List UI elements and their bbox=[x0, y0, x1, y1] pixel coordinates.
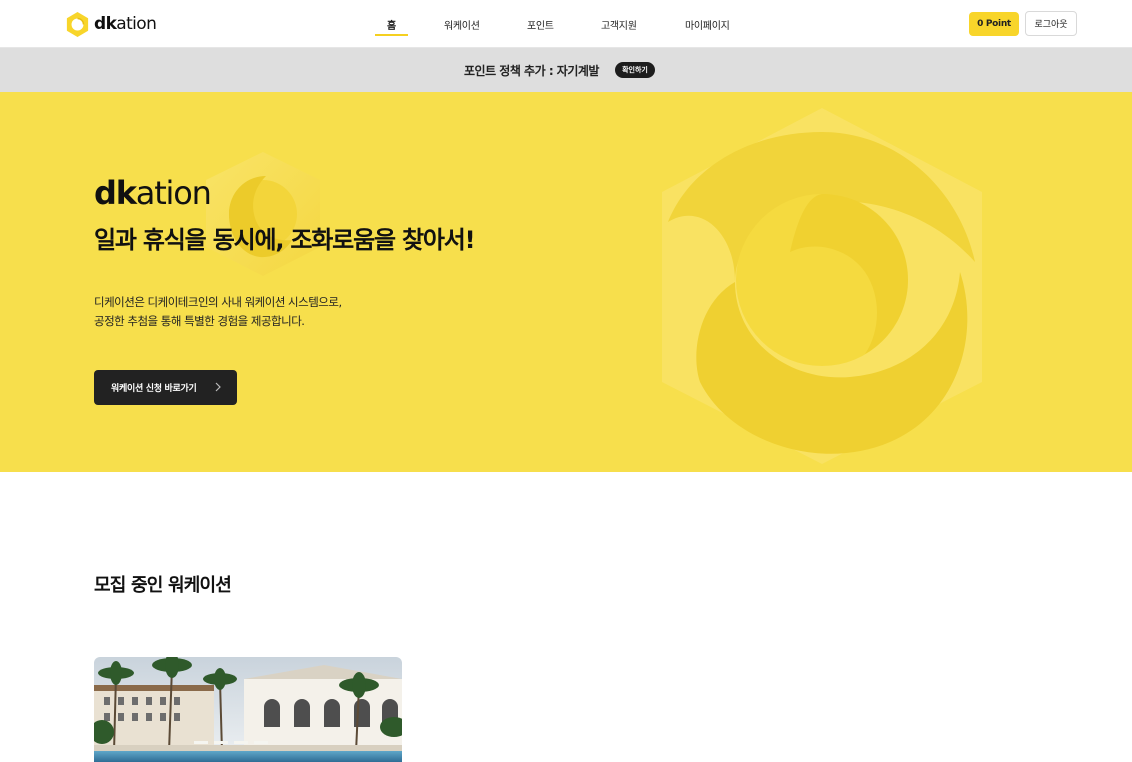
nav-item-mypage[interactable]: 마이페이지 bbox=[685, 17, 730, 32]
workation-apply-button[interactable]: 워케이션 신청 바로가기 bbox=[94, 370, 237, 405]
point-button[interactable]: 0 Point bbox=[969, 12, 1019, 36]
hero-title: 일과 휴식을 동시에, 조화로움을 찾아서! bbox=[94, 226, 476, 254]
workation-apply-label: 워케이션 신청 바로가기 bbox=[111, 384, 197, 394]
nav-item-workation[interactable]: 워케이션 bbox=[444, 17, 480, 32]
notice-confirm-button[interactable]: 확인하기 bbox=[615, 62, 655, 78]
logo-mark-icon bbox=[66, 11, 89, 37]
hero-banner: dkation 일과 휴식을 동시에, 조화로움을 찾아서! 디케이션은 디케이… bbox=[0, 92, 1132, 472]
logo-text: dkation bbox=[94, 14, 157, 34]
workation-card[interactable] bbox=[94, 657, 402, 762]
workation-card-image bbox=[94, 657, 402, 762]
nav-item-support[interactable]: 고객지원 bbox=[601, 17, 637, 32]
hero-desc-line-2: 공정한 추첨을 통해 특별한 경험을 제공합니다. bbox=[94, 314, 305, 328]
hero-decoration-graphic bbox=[206, 108, 982, 464]
notice-text: 포인트 정책 추가 : 자기계발 bbox=[464, 64, 599, 78]
nav-item-home[interactable]: 홈 bbox=[387, 17, 396, 32]
chevron-right-icon bbox=[215, 382, 221, 392]
hero-desc-line-1: 디케이션은 디케이테크인의 사내 워케이션 시스템으로, bbox=[94, 295, 342, 309]
top-header: dkation 홈 워케이션 포인트 고객지원 마이페이지 0 Point 로그… bbox=[0, 0, 1132, 48]
hero-logo-text: dkation bbox=[94, 174, 212, 212]
site-logo[interactable]: dkation bbox=[64, 10, 157, 38]
notice-bar: 포인트 정책 추가 : 자기계발 bbox=[0, 48, 1132, 92]
nav-active-indicator bbox=[375, 34, 408, 36]
nav-item-point[interactable]: 포인트 bbox=[527, 17, 554, 32]
logout-button[interactable]: 로그아웃 bbox=[1025, 11, 1077, 36]
hero-description: 디케이션은 디케이테크인의 사내 워케이션 시스템으로, 공정한 추첨을 통해 … bbox=[94, 293, 342, 331]
recruiting-section-title: 모집 중인 워케이션 bbox=[94, 575, 232, 596]
